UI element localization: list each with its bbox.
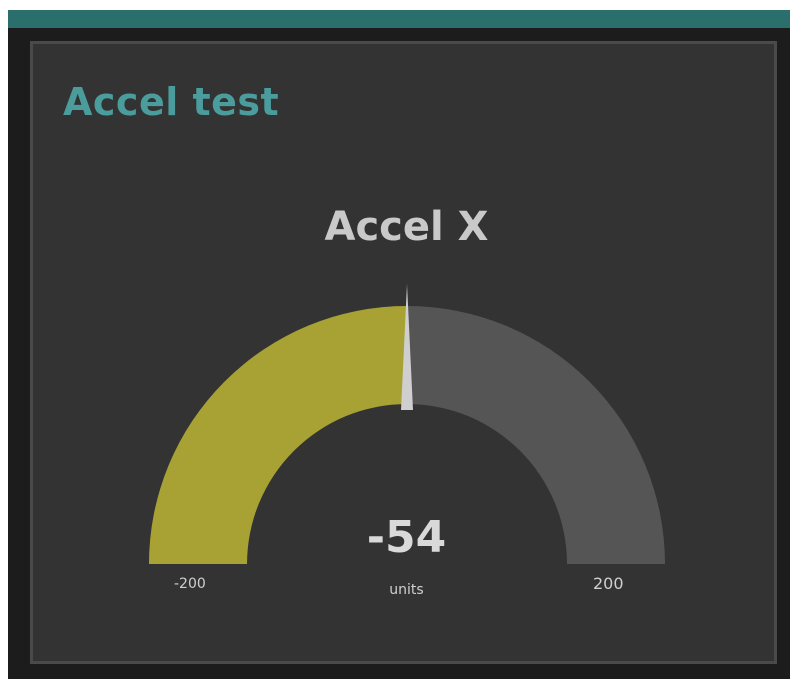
gauge xyxy=(149,284,665,564)
top-bar xyxy=(8,10,790,28)
gauge-card: Accel test Accel X -54 units -200 200 xyxy=(30,41,777,664)
gauge-value: -54 xyxy=(366,512,447,563)
gauge-max-label: 200 xyxy=(593,574,624,593)
gauge-units: units xyxy=(389,582,424,598)
dashboard-window: Accel test Accel X -54 units -200 200 xyxy=(8,10,790,679)
gauge-min-label: -200 xyxy=(174,576,206,592)
